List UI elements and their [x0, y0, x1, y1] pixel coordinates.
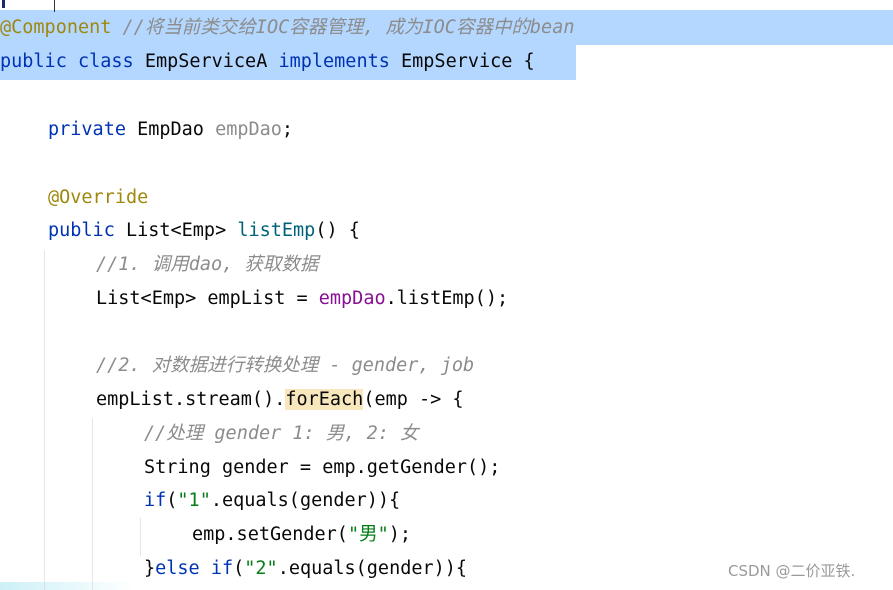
comment: //2. 对数据进行转换处理 - gender, job [96, 355, 475, 376]
indent-guide [140, 518, 141, 556]
code-editor[interactable]: @Component //将当前类交给IOC容器管理, 成为IOC容器中的bea… [0, 0, 893, 590]
keyword: if [144, 490, 167, 511]
code-text: emp.setGender( [192, 524, 348, 545]
watermark: CSDN @二价亚铁. [728, 562, 856, 580]
code-text: .equals(gender)){ [210, 490, 401, 511]
field-name: empDao [318, 288, 386, 309]
keyword: if [210, 558, 234, 579]
code-line-7[interactable]: List<Emp> empList = empDao.listEmp(); [96, 282, 508, 316]
code-line-10[interactable]: //处理 gender 1: 男, 2: 女 [144, 417, 418, 451]
annotation: @Component [0, 17, 112, 38]
code-line-13[interactable]: emp.setGender("男"); [192, 518, 411, 552]
string-literal: "2" [244, 558, 278, 579]
highlighted-method: forEach [285, 389, 364, 410]
method-params: () { [315, 220, 360, 241]
code-text: .equals(gender)){ [277, 558, 468, 579]
code-text: (emp -> { [363, 389, 464, 410]
code-line-8[interactable]: //2. 对数据进行转换处理 - gender, job [96, 349, 474, 383]
code-text: String gender = emp.getGender(); [144, 457, 501, 478]
code-text: .listEmp(); [385, 288, 509, 309]
field-name: empDao [215, 119, 282, 140]
code-text: } [144, 558, 156, 579]
code-line-4[interactable]: @Override [48, 181, 148, 215]
code-line-11[interactable]: String gender = emp.getGender(); [144, 451, 500, 485]
type-name: EmpDao [137, 119, 204, 140]
code-text: List<Emp> empList = [96, 288, 319, 309]
annotation: @Override [48, 187, 149, 208]
code-line-2[interactable]: public class EmpServiceA implements EmpS… [0, 45, 535, 79]
keyword: implements [278, 51, 390, 72]
indent-guide [92, 418, 93, 590]
code-text: ); [388, 524, 411, 545]
code-text: empList.stream(). [96, 389, 286, 410]
return-type: List<Emp> [125, 220, 227, 241]
interface-name: EmpService [401, 51, 513, 72]
code-line-9[interactable]: empList.stream().forEach(emp -> { [96, 383, 464, 417]
comment: //处理 gender 1: 男, 2: 女 [144, 423, 419, 444]
code-line-12[interactable]: if("1".equals(gender)){ [144, 484, 400, 518]
comment: //将当前类交给IOC容器管理, 成为IOC容器中的bean [122, 17, 575, 38]
semicolon: ; [281, 119, 294, 140]
keyword: public [0, 51, 67, 72]
code-text: ( [233, 558, 245, 579]
scroll-glow [0, 582, 135, 590]
method-name: listEmp [237, 220, 316, 241]
keyword: public [48, 220, 115, 241]
class-name: EmpServiceA [144, 51, 268, 72]
comment: //1. 调用dao, 获取数据 [96, 254, 319, 275]
text-caret [2, 0, 5, 8]
code-line-5[interactable]: public List<Emp> listEmp() { [48, 214, 360, 248]
code-text: ( [166, 490, 178, 511]
code-line-6[interactable]: //1. 调用dao, 获取数据 [96, 248, 318, 282]
indent-guide [44, 250, 45, 590]
keyword: class [77, 51, 134, 72]
code-line-1[interactable]: @Component //将当前类交给IOC容器管理, 成为IOC容器中的bea… [0, 11, 574, 45]
brace: { [523, 51, 535, 72]
string-literal: "男" [347, 524, 389, 545]
keyword: else [155, 558, 200, 579]
string-literal: "1" [177, 490, 211, 511]
code-line-3[interactable]: private EmpDao empDao; [48, 113, 293, 147]
keyword: private [48, 119, 126, 140]
code-line-14[interactable]: }else if("2".equals(gender)){ [144, 552, 467, 586]
